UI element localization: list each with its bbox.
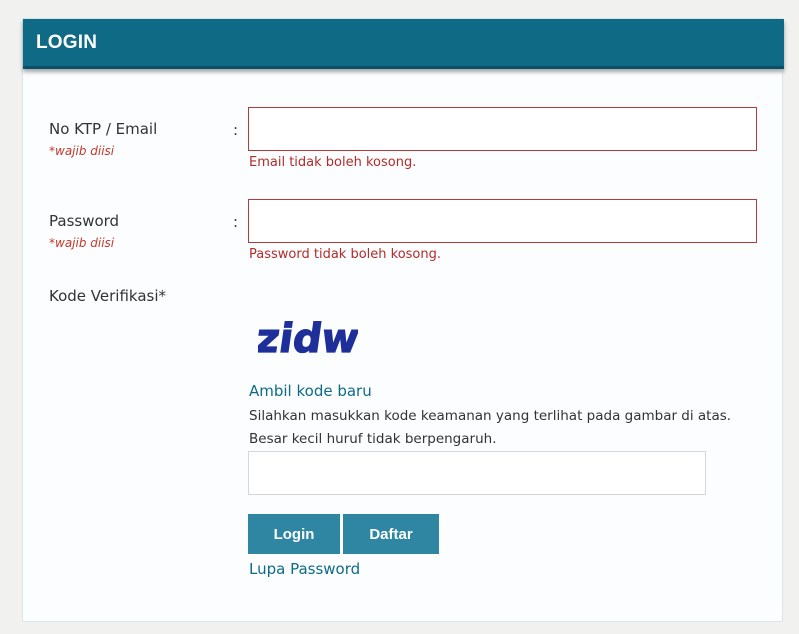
panel-header: LOGIN: [23, 19, 784, 69]
captcha-image: zidw: [258, 316, 358, 362]
email-label: No KTP / Email: [49, 120, 158, 138]
captcha-text: zidw: [258, 316, 358, 362]
login-button[interactable]: Login: [248, 514, 340, 554]
captcha-label: Kode Verifikasi*: [49, 287, 166, 305]
password-label: Password: [49, 212, 120, 230]
panel-title: LOGIN: [36, 32, 98, 53]
captcha-hint-2: Besar kecil huruf tidak berpengaruh.: [249, 431, 497, 447]
email-input[interactable]: [248, 107, 757, 151]
password-error: Password tidak boleh kosong.: [249, 247, 441, 262]
captcha-input[interactable]: [248, 451, 706, 495]
captcha-hint-1: Silahkan masukkan kode keamanan yang ter…: [249, 408, 732, 424]
email-error: Email tidak boleh kosong.: [249, 155, 417, 170]
login-panel: LOGIN No KTP / Email *wajib diisi : Emai…: [22, 18, 784, 622]
refresh-captcha-link[interactable]: Ambil kode baru: [249, 382, 372, 400]
email-required-note: *wajib diisi: [49, 144, 115, 158]
password-colon: :: [233, 213, 239, 231]
password-required-note: *wajib diisi: [49, 236, 115, 250]
password-input[interactable]: [248, 199, 757, 243]
email-colon: :: [233, 121, 239, 139]
forgot-password-link[interactable]: Lupa Password: [249, 560, 360, 578]
register-button[interactable]: Daftar: [343, 514, 439, 554]
